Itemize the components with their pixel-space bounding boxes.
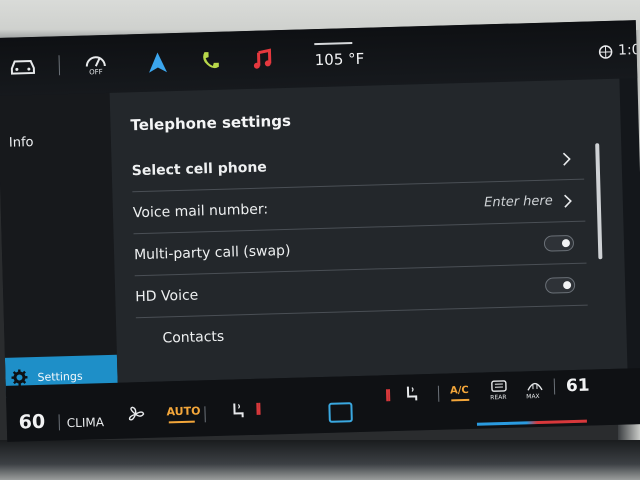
ac-button[interactable]: A/C xyxy=(450,385,469,397)
globe-icon xyxy=(598,45,613,59)
rear-label: REAR xyxy=(490,393,507,402)
auto-climate-button[interactable]: AUTO xyxy=(166,404,200,418)
navigation-icon[interactable] xyxy=(139,44,176,81)
dashboard-trim-bottom xyxy=(0,440,640,480)
max-defrost-icon[interactable] xyxy=(526,379,544,391)
settings-sidebar: Info Settings xyxy=(0,92,119,398)
row-label: Select cell phone xyxy=(131,158,268,179)
ac-indicator xyxy=(451,398,470,402)
divider xyxy=(58,414,60,431)
scrollbar[interactable] xyxy=(595,143,603,260)
telephone-settings-panel: Telephone settings Select cell phone Voi… xyxy=(109,78,628,383)
passenger-temp-slider[interactable] xyxy=(476,419,587,426)
divider xyxy=(204,406,206,423)
seat-heat-left-icon[interactable] xyxy=(228,401,246,419)
seat-heat-level-left xyxy=(256,402,261,415)
row-label: Multi-party call (swap) xyxy=(133,242,291,263)
sidebar-item-label: Settings xyxy=(37,369,83,384)
voice-mail-input[interactable]: Enter here xyxy=(484,194,553,211)
divider xyxy=(58,55,61,76)
clima-button[interactable]: CLIMA xyxy=(67,415,105,430)
hd-voice-toggle[interactable] xyxy=(544,276,576,294)
toggle-knob xyxy=(562,280,572,289)
toggle-knob xyxy=(561,238,571,247)
page-title: Telephone settings xyxy=(130,111,292,135)
max-label: MAX xyxy=(526,392,540,401)
row-label: Contacts xyxy=(162,328,225,347)
off-label: OFF xyxy=(89,68,103,77)
gear-icon xyxy=(11,369,28,386)
sidebar-item-info[interactable]: Info xyxy=(9,135,34,151)
rear-defrost-icon[interactable] xyxy=(490,380,508,392)
speed-limit-off-icon[interactable]: OFF xyxy=(77,46,114,83)
chevron-right-icon xyxy=(562,152,571,166)
seat-heat-right-icon[interactable] xyxy=(402,384,420,402)
car-icon[interactable] xyxy=(4,48,41,85)
row-label: HD Voice xyxy=(135,286,199,305)
phone-icon[interactable] xyxy=(191,43,228,80)
auto-indicator xyxy=(168,420,195,424)
chevron-right-icon xyxy=(564,194,572,208)
passenger-temperature[interactable]: 61 xyxy=(566,376,590,397)
music-icon[interactable] xyxy=(243,41,280,78)
driver-temperature[interactable]: 60 xyxy=(18,411,45,434)
seat-heat-level-right xyxy=(385,389,391,402)
home-button[interactable] xyxy=(328,402,353,423)
row-label: Voice mail number: xyxy=(132,200,269,221)
divider xyxy=(553,378,556,395)
outside-temperature: 105 °F xyxy=(314,49,365,70)
multi-party-call-toggle[interactable] xyxy=(543,234,575,252)
infotainment-screen: OFF 105 °F 1:0 Info Settings Telephone s… xyxy=(0,20,640,442)
divider xyxy=(437,385,440,402)
fan-icon[interactable] xyxy=(124,406,146,423)
